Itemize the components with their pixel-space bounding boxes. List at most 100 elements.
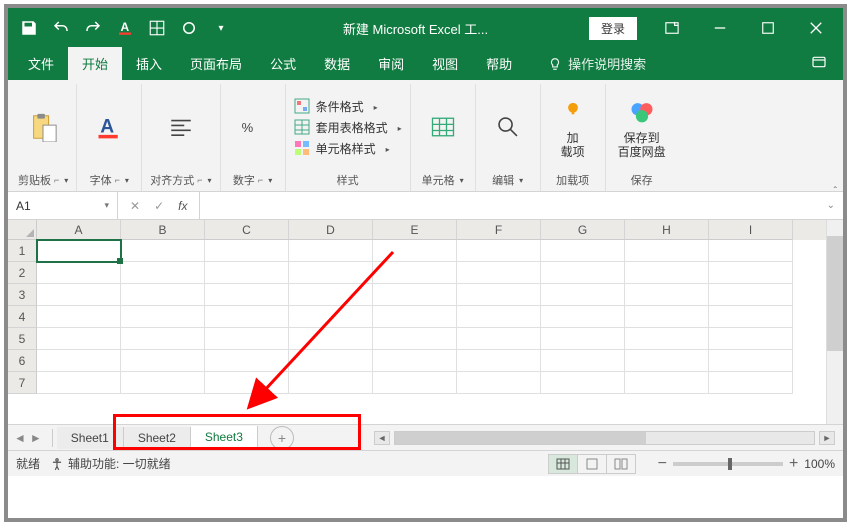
row-header[interactable]: 3 xyxy=(8,284,37,306)
cell[interactable] xyxy=(709,328,793,350)
cell[interactable] xyxy=(541,372,625,394)
cell[interactable] xyxy=(625,262,709,284)
cell[interactable] xyxy=(457,328,541,350)
cell[interactable] xyxy=(457,306,541,328)
cell[interactable] xyxy=(121,350,205,372)
ribbon-display-icon[interactable] xyxy=(649,8,695,48)
conditional-format-button[interactable]: 条件格式 xyxy=(294,98,402,115)
cell[interactable] xyxy=(121,306,205,328)
cell[interactable] xyxy=(541,328,625,350)
redo-icon[interactable] xyxy=(80,15,106,41)
cell[interactable] xyxy=(121,284,205,306)
edit-button[interactable] xyxy=(484,107,532,147)
cell[interactable] xyxy=(457,350,541,372)
cell[interactable] xyxy=(289,262,373,284)
cell[interactable] xyxy=(541,284,625,306)
sheet-tab[interactable]: Sheet1 xyxy=(57,427,124,449)
cell[interactable] xyxy=(205,262,289,284)
cell[interactable] xyxy=(709,372,793,394)
zoom-out-icon[interactable]: − xyxy=(658,455,667,473)
tell-me-search[interactable]: 操作说明搜索 xyxy=(538,47,656,80)
tab-home[interactable]: 开始 xyxy=(68,47,122,80)
page-break-view-icon[interactable] xyxy=(606,454,636,474)
row-header[interactable]: 6 xyxy=(8,350,37,372)
cell[interactable] xyxy=(289,350,373,372)
cell[interactable] xyxy=(541,306,625,328)
cell[interactable] xyxy=(37,350,121,372)
cell[interactable] xyxy=(709,306,793,328)
cell[interactable] xyxy=(457,284,541,306)
normal-view-icon[interactable] xyxy=(548,454,578,474)
tab-help[interactable]: 帮助 xyxy=(472,47,526,80)
enter-fx-icon[interactable]: ✓ xyxy=(154,199,164,213)
col-header[interactable]: G xyxy=(541,220,625,240)
font-color-icon[interactable]: A xyxy=(112,15,138,41)
cell[interactable] xyxy=(541,262,625,284)
tab-insert[interactable]: 插入 xyxy=(122,47,176,80)
cell[interactable] xyxy=(709,284,793,306)
cell[interactable] xyxy=(37,328,121,350)
col-header[interactable]: C xyxy=(205,220,289,240)
share-icon[interactable] xyxy=(795,47,843,80)
row-header[interactable]: 4 xyxy=(8,306,37,328)
accessibility-status[interactable]: 辅助功能: 一切就绪 xyxy=(50,455,171,472)
border-icon[interactable] xyxy=(144,15,170,41)
cell[interactable] xyxy=(373,262,457,284)
save-cloud-button[interactable]: 保存到 百度网盘 xyxy=(614,91,670,164)
cell[interactable] xyxy=(37,284,121,306)
cell[interactable] xyxy=(37,306,121,328)
zoom-slider[interactable] xyxy=(673,462,783,466)
zoom-value[interactable]: 100% xyxy=(804,457,835,471)
cell[interactable] xyxy=(121,262,205,284)
tab-formula[interactable]: 公式 xyxy=(256,47,310,80)
undo-icon[interactable] xyxy=(48,15,74,41)
sheet-tab[interactable]: Sheet2 xyxy=(124,427,191,449)
tab-file[interactable]: 文件 xyxy=(14,47,68,80)
col-header[interactable]: F xyxy=(457,220,541,240)
tab-review[interactable]: 审阅 xyxy=(364,47,418,80)
scroll-right-icon[interactable]: ► xyxy=(819,431,835,445)
col-header[interactable]: E xyxy=(373,220,457,240)
addin-button[interactable]: 加 载项 xyxy=(549,91,597,164)
cell[interactable] xyxy=(205,240,289,262)
cell[interactable] xyxy=(709,350,793,372)
select-all-corner[interactable] xyxy=(8,220,37,240)
cell[interactable] xyxy=(373,306,457,328)
cell[interactable] xyxy=(289,372,373,394)
cell[interactable] xyxy=(37,372,121,394)
paste-button[interactable] xyxy=(19,107,67,147)
cell[interactable] xyxy=(205,328,289,350)
cell-style-button[interactable]: 单元格样式 xyxy=(294,140,402,157)
table-format-button[interactable]: 套用表格格式 xyxy=(294,119,402,136)
collapse-ribbon-icon[interactable]: ˆ xyxy=(834,186,837,197)
cell[interactable] xyxy=(625,306,709,328)
cell[interactable] xyxy=(205,350,289,372)
cell[interactable] xyxy=(457,262,541,284)
fx-icon[interactable]: fx xyxy=(178,199,187,213)
minimize-icon[interactable] xyxy=(697,8,743,48)
col-header[interactable]: I xyxy=(709,220,793,240)
col-header[interactable]: D xyxy=(289,220,373,240)
cell[interactable] xyxy=(625,240,709,262)
cell[interactable] xyxy=(625,284,709,306)
login-button[interactable]: 登录 xyxy=(589,17,637,40)
sheet-next-icon[interactable]: ► xyxy=(30,431,42,445)
cell[interactable] xyxy=(37,240,121,262)
cell[interactable] xyxy=(289,306,373,328)
cell[interactable] xyxy=(121,240,205,262)
cell[interactable] xyxy=(205,372,289,394)
cell[interactable] xyxy=(625,328,709,350)
row-header[interactable]: 7 xyxy=(8,372,37,394)
sheet-nav[interactable]: ◄► xyxy=(8,431,48,445)
align-button[interactable] xyxy=(157,107,205,147)
tab-data[interactable]: 数据 xyxy=(310,47,364,80)
cell[interactable] xyxy=(373,372,457,394)
row-header[interactable]: 5 xyxy=(8,328,37,350)
expand-fx-icon[interactable]: ⌄ xyxy=(819,200,843,211)
cell[interactable] xyxy=(625,350,709,372)
cell[interactable] xyxy=(289,240,373,262)
number-button[interactable]: % xyxy=(229,107,277,147)
save-icon[interactable] xyxy=(16,15,42,41)
cell[interactable] xyxy=(121,328,205,350)
cell[interactable] xyxy=(457,240,541,262)
